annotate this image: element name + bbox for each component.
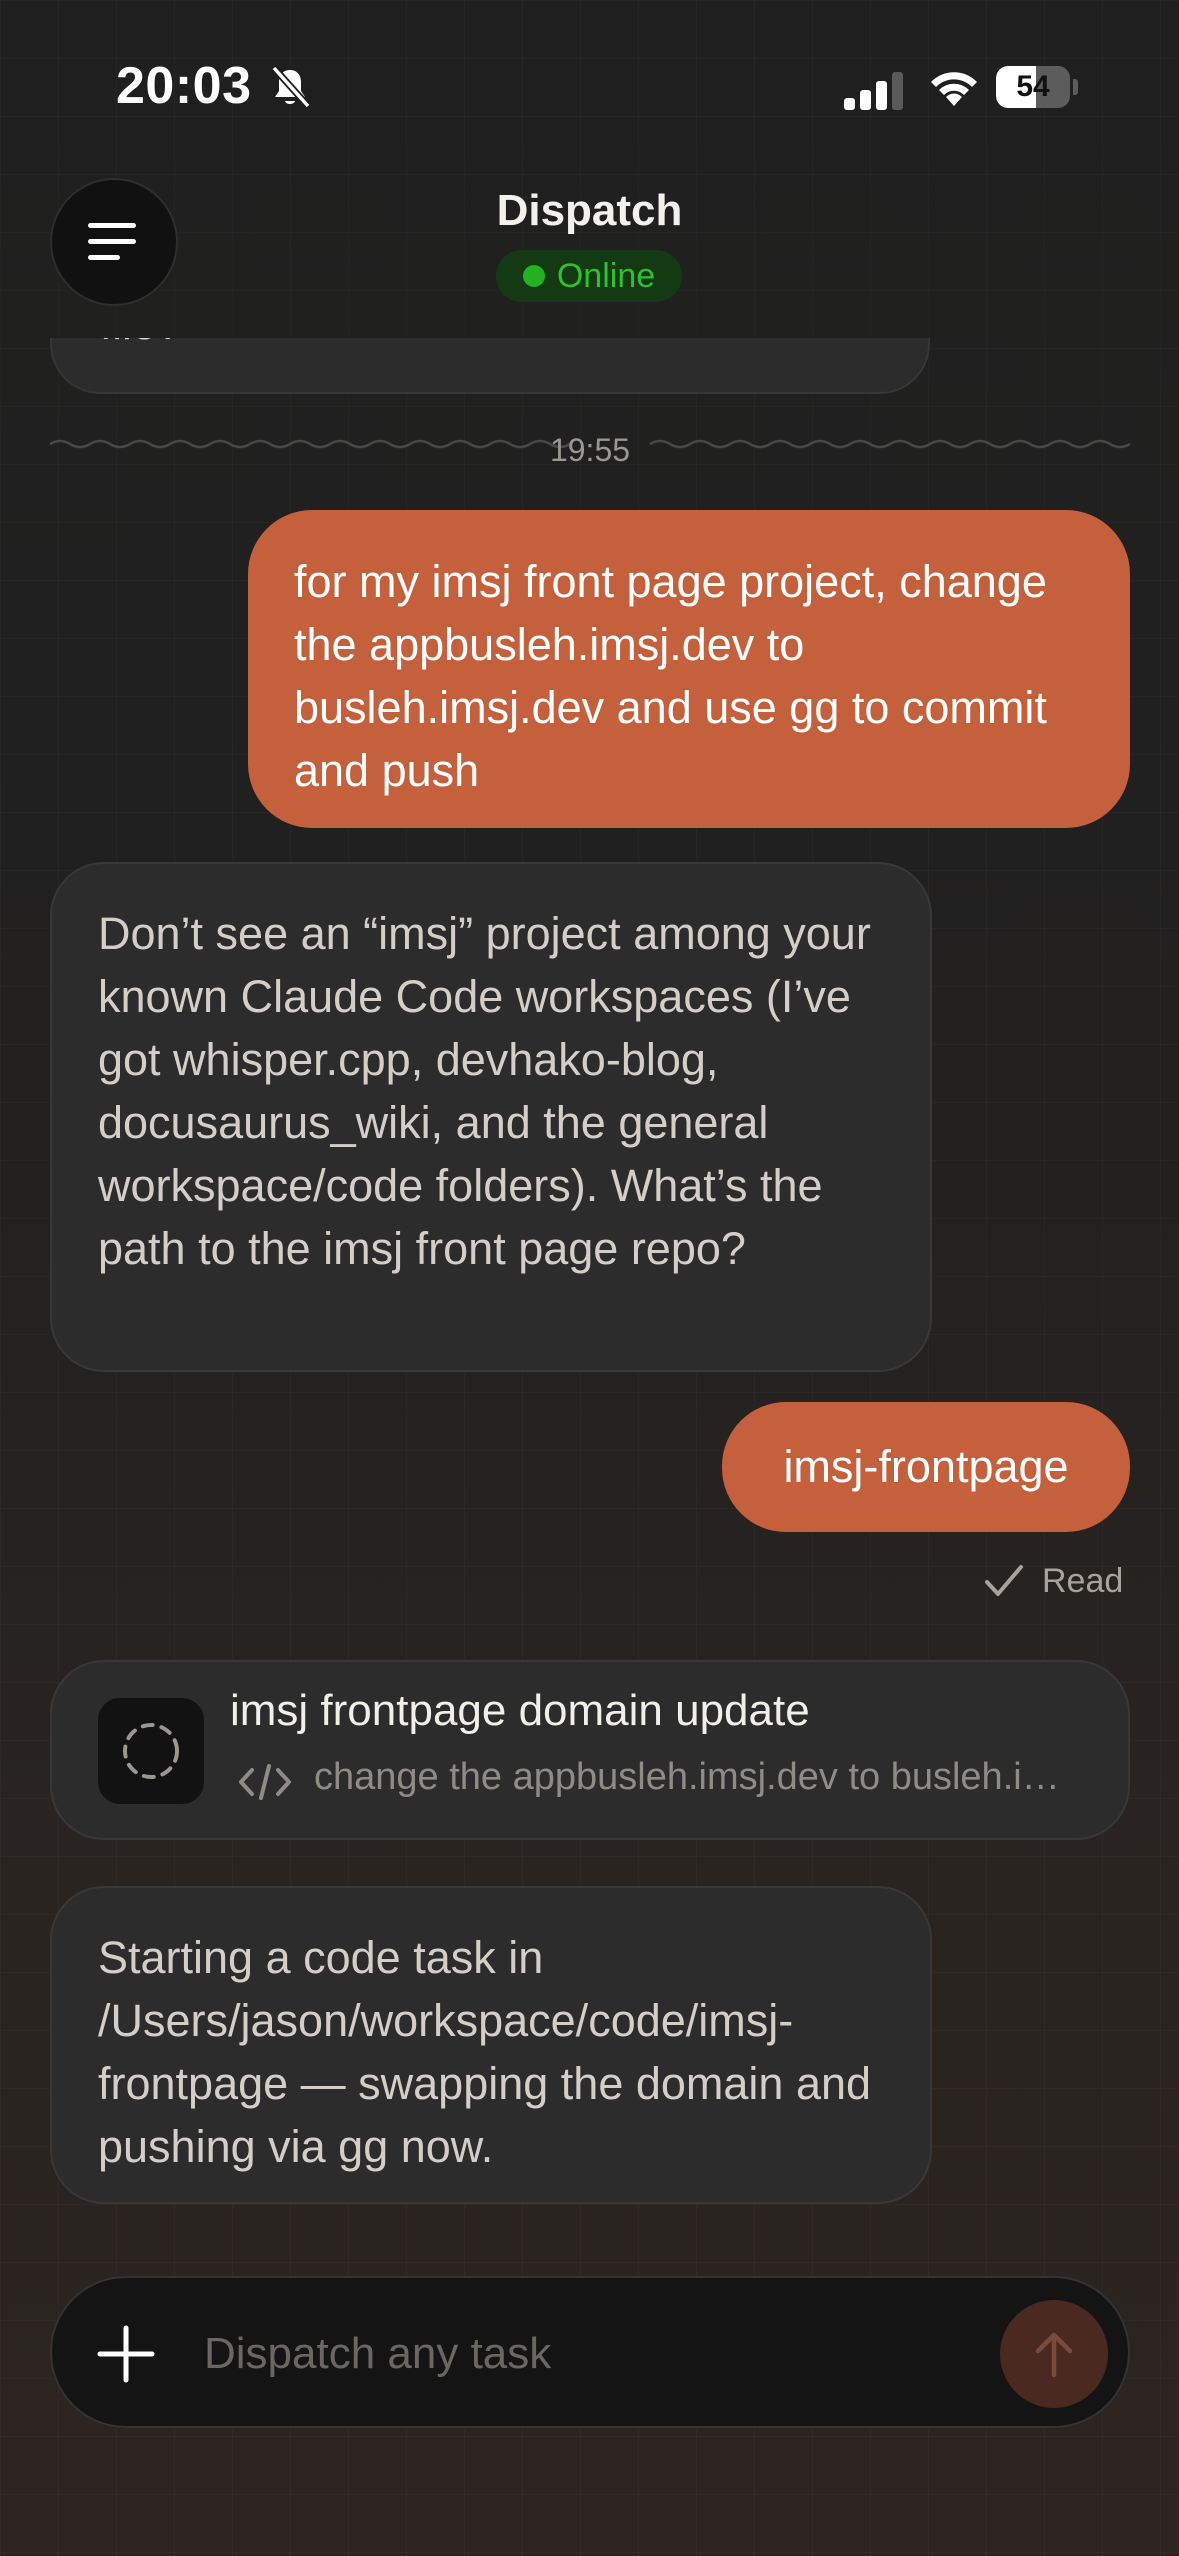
task-status-icon-box — [98, 1698, 204, 1804]
arrow-up-icon — [1035, 2332, 1073, 2378]
online-dot-icon — [522, 265, 545, 287]
task-card[interactable]: imsj frontpage domain update change the … — [50, 1660, 1130, 1840]
spinner-dashed-icon — [123, 1723, 179, 1779]
previous-agent-message: file? — [50, 338, 930, 394]
user-message: imsj-frontpage — [722, 1402, 1130, 1532]
task-title: imsj frontpage domain update — [230, 1686, 810, 1735]
composer — [50, 2276, 1130, 2428]
previous-message-text: file? — [100, 338, 181, 350]
read-label: Read — [1042, 1561, 1124, 1600]
agent-message: Don’t see an “imsj” project among your k… — [50, 862, 932, 1372]
checkmark-icon — [985, 1565, 1023, 1596]
bell-slash-icon — [271, 65, 311, 109]
send-button[interactable] — [1000, 2300, 1108, 2408]
user-message: for my imsj front page project, change t… — [248, 510, 1130, 828]
agent-message: Starting a code task in /Users/jason/wor… — [50, 1886, 932, 2204]
status-bar: 20:03 54 — [0, 0, 1179, 170]
battery-icon: 54 — [996, 66, 1078, 108]
code-icon — [239, 1764, 291, 1800]
status-badge: Online — [496, 250, 682, 302]
wifi-icon — [931, 72, 977, 106]
status-time: 20:03 — [116, 57, 252, 115]
chat-thread[interactable]: file? 19:55 for my imsj front page proje… — [0, 338, 1179, 2258]
cellular-signal-icon — [844, 72, 903, 110]
task-subtitle: change the appbusleh.imsj.dev to busleh.… — [314, 1756, 1084, 1798]
plus-icon[interactable] — [96, 2324, 156, 2384]
status-label: Online — [556, 256, 656, 295]
page-title: Dispatch — [496, 186, 683, 235]
task-input[interactable] — [204, 2318, 964, 2390]
battery-level: 54 — [1016, 70, 1050, 103]
read-receipt: Read — [984, 1556, 1123, 1606]
divider-timestamp: 19:55 — [549, 432, 631, 468]
